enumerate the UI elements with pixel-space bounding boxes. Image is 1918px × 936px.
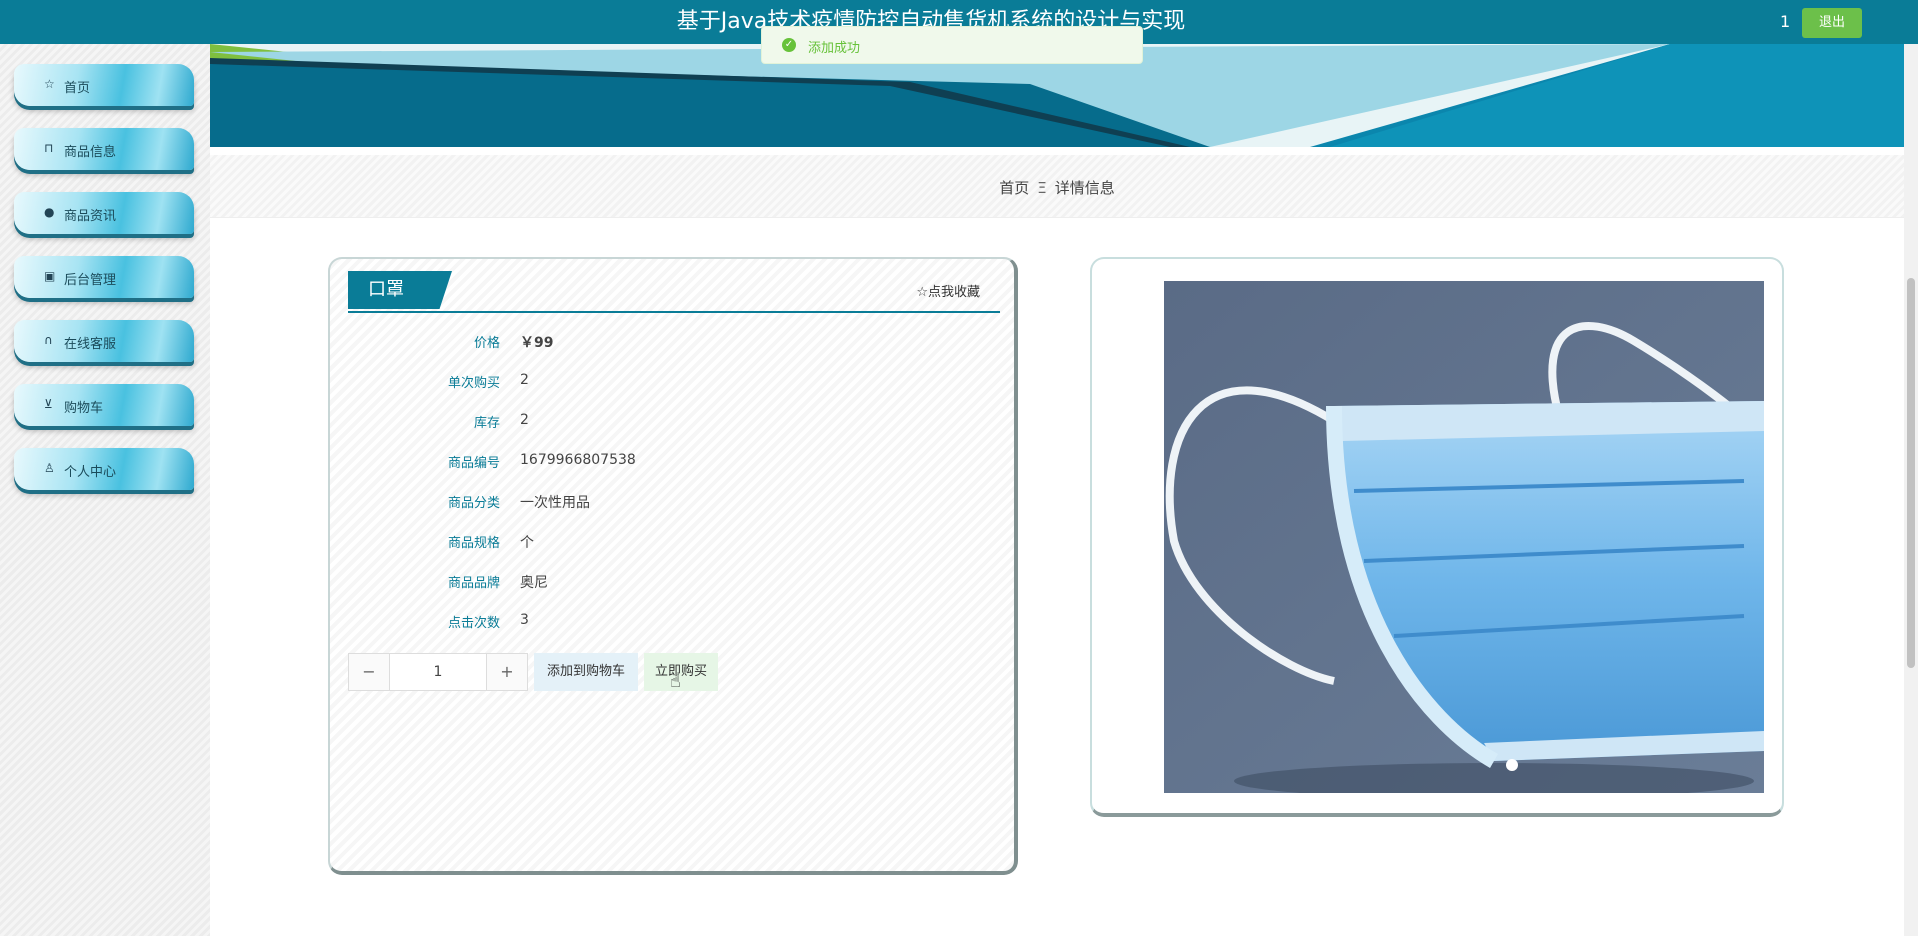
check-circle-icon: ✓ [782,38,796,52]
product-image-card [1090,257,1784,817]
quantity-stepper: − 1 + [348,653,528,691]
product-detail-card: 口罩 ☆点我收藏 价格 ￥99 单次购买 2 库存 2 商品编号 1679966… [328,257,1018,875]
field-value: 2 [520,372,529,388]
increase-button[interactable]: + [486,654,527,690]
field-purchase-limit: 单次购买 2 [330,372,1020,392]
field-label: 单次购买 [447,376,500,391]
field-value: 1679966807538 [520,452,636,468]
field-label: 商品品牌 [447,576,500,591]
carousel-indicator[interactable] [1506,759,1518,771]
scrollbar-thumb[interactable] [1907,278,1915,668]
sidebar-item-label: 首页 [64,81,91,96]
star-icon: ☆ [44,77,55,91]
success-toast: ✓ 添加成功 [761,26,1143,64]
user-icon: ♙ [44,461,55,475]
user-name[interactable]: 1 [1780,12,1790,31]
bag-icon: ⊓ [44,141,54,155]
breadcrumb-separator: Ξ [1037,179,1047,197]
breadcrumb: 首页 Ξ 详情信息 [210,155,1904,218]
field-spec: 商品规格 个 [330,532,1020,552]
scrollbar[interactable] [1904,0,1918,936]
field-label: 商品分类 [447,496,500,511]
sidebar-item-cart[interactable]: ⊻ 购物车 [14,384,194,426]
headset-icon: ∩ [44,333,53,347]
field-value: 3 [520,612,529,628]
sidebar-item-label: 商品信息 [64,145,117,160]
field-value: 奥尼 [520,575,548,591]
mouse-cursor-icon: ☝ [670,671,681,692]
field-value: 个 [520,535,534,551]
sidebar: ☆ 首页 ⊓ 商品信息 ● 商品资讯 ▣ 后台管理 ∩ 在线客服 ⊻ 购物车 ♙… [0,44,210,936]
product-photo[interactable] [1164,281,1764,793]
field-stock: 库存 2 [330,412,1020,432]
field-label: 库存 [473,416,500,431]
field-label: 点击次数 [447,616,500,631]
sidebar-item-news[interactable]: ● 商品资讯 [14,192,194,234]
field-label: 商品编号 [447,456,500,471]
sidebar-item-admin[interactable]: ▣ 后台管理 [14,256,194,298]
toast-message: 添加成功 [808,41,861,56]
sidebar-item-label: 在线客服 [64,337,117,352]
breadcrumb-current: 详情信息 [1054,179,1115,197]
field-label: 价格 [473,336,500,351]
breadcrumb-home[interactable]: 首页 [999,179,1029,197]
logout-button[interactable]: 退出 [1802,8,1862,38]
buy-now-button[interactable]: 立即购买 [644,653,718,691]
sidebar-item-home[interactable]: ☆ 首页 [14,64,194,106]
sidebar-item-profile[interactable]: ♙ 个人中心 [14,448,194,490]
favorite-button[interactable]: ☆点我收藏 [916,281,980,300]
cart-icon: ⊻ [44,397,53,411]
field-product-id: 商品编号 1679966807538 [330,452,1020,472]
product-header: 口罩 ☆点我收藏 [348,271,1000,313]
product-name: 口罩 [348,271,452,309]
info-icon: ● [44,205,55,219]
field-price: 价格 ￥99 [330,332,1020,352]
quantity-input[interactable]: 1 [389,654,487,690]
field-value: 一次性用品 [520,495,590,511]
mask-image [1164,281,1764,793]
field-value: 2 [520,412,529,428]
decrease-button[interactable]: − [349,654,390,690]
field-category: 商品分类 一次性用品 [330,492,1020,512]
add-to-cart-button[interactable]: 添加到购物车 [534,653,638,691]
field-clicks: 点击次数 3 [330,612,1020,632]
field-label: 商品规格 [447,536,500,551]
sidebar-item-label: 购物车 [64,401,104,416]
box-icon: ▣ [44,269,56,283]
sidebar-item-label: 后台管理 [64,273,117,288]
sidebar-item-products[interactable]: ⊓ 商品信息 [14,128,194,170]
field-brand: 商品品牌 奥尼 [330,572,1020,592]
sidebar-item-label: 商品资讯 [64,209,117,224]
field-value: ￥99 [520,335,554,351]
sidebar-item-label: 个人中心 [64,465,117,480]
sidebar-item-support[interactable]: ∩ 在线客服 [14,320,194,362]
